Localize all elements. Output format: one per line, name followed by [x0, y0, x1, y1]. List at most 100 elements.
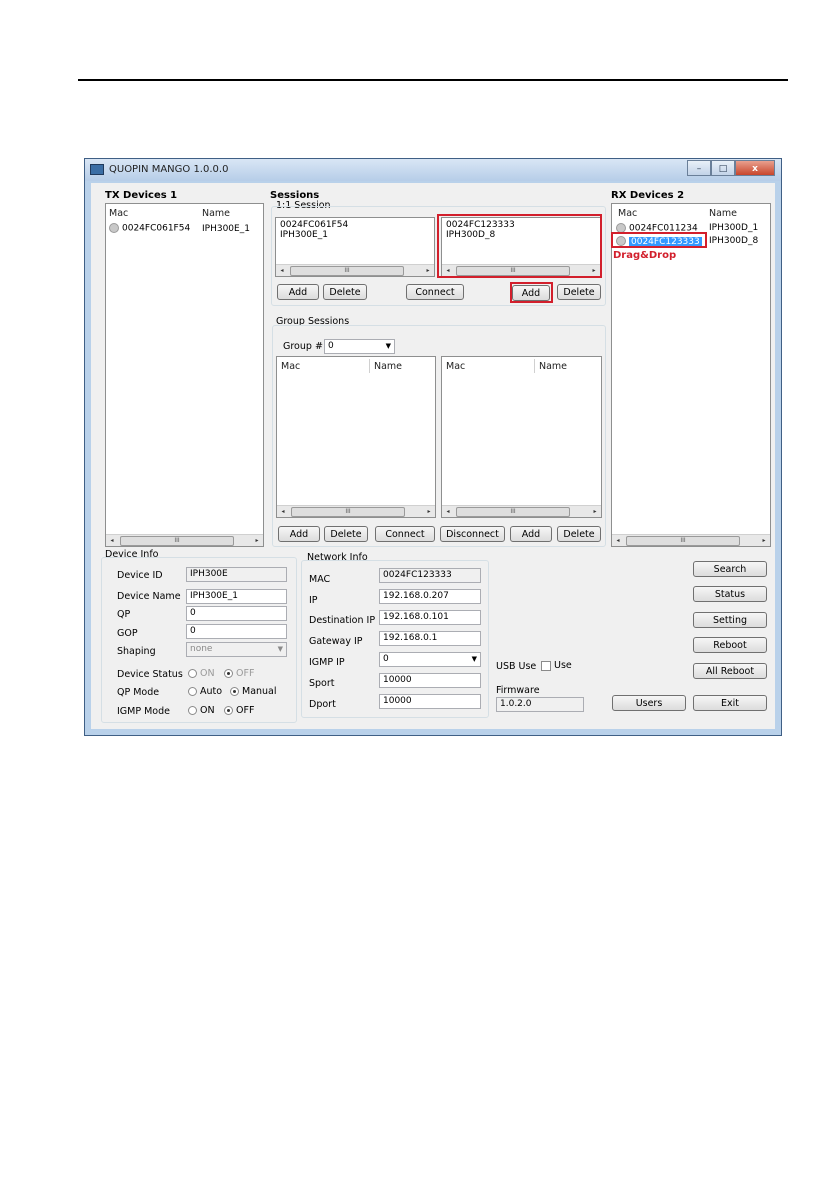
rx-device-row-name: IPH300D_1: [709, 223, 759, 233]
group-number-select[interactable]: 0 ▼: [324, 339, 395, 354]
igmp-mode-label: IGMP Mode: [117, 706, 170, 717]
scroll-left-icon[interactable]: ◂: [612, 535, 624, 546]
page-rule: [78, 79, 788, 81]
rx-horizontal-scrollbar[interactable]: ◂ III ▸: [612, 534, 770, 546]
qp-mode-manual-radio[interactable]: Manual: [230, 686, 277, 697]
group-disconnect-button[interactable]: Disconnect: [440, 526, 505, 542]
users-button[interactable]: Users: [612, 695, 686, 711]
sport-label: Sport: [309, 678, 335, 689]
rx-col-mac[interactable]: Mac: [618, 208, 637, 219]
tx-col-mac[interactable]: Mac: [109, 208, 128, 219]
minimize-button[interactable]: –: [687, 160, 711, 176]
usb-use-checkbox[interactable]: Use: [541, 660, 572, 671]
firmware-label: Firmware: [496, 685, 540, 696]
device-status-label: Device Status: [117, 669, 183, 680]
maximize-button[interactable]: □: [711, 160, 735, 176]
igmp-mode-off-radio[interactable]: OFF: [224, 705, 254, 716]
session-tx-list[interactable]: 0024FC061F54 IPH300E_1 ◂ III ▸: [275, 217, 435, 277]
destination-ip-field[interactable]: 192.168.0.101: [379, 610, 481, 625]
ip-field[interactable]: 192.168.0.207: [379, 589, 481, 604]
client-area: TX Devices 1 Mac Name 0024FC061F54 IPH30…: [91, 183, 775, 729]
scroll-left-icon[interactable]: ◂: [276, 265, 288, 276]
group-tx-col-name[interactable]: Name: [374, 361, 402, 372]
device-status-icon: [109, 223, 119, 233]
dport-label: Dport: [309, 699, 336, 710]
group-rx-col-name[interactable]: Name: [539, 361, 567, 372]
drag-drop-annotation: Drag&Drop: [613, 250, 677, 261]
group-tx-col-mac[interactable]: Mac: [281, 361, 300, 372]
device-status-on-radio[interactable]: ON: [188, 668, 215, 679]
session-tx-name[interactable]: IPH300E_1: [280, 230, 328, 240]
group-rx-col-mac[interactable]: Mac: [446, 361, 465, 372]
scroll-right-icon[interactable]: ▸: [251, 535, 263, 546]
scroll-thumb[interactable]: III: [290, 266, 404, 276]
group-rx-list[interactable]: Mac Name ◂ III ▸: [441, 356, 602, 518]
igmp-mode-on-radio[interactable]: ON: [188, 705, 215, 716]
tx-device-list[interactable]: Mac Name 0024FC061F54 IPH300E_1 ◂ III ▸: [105, 203, 264, 547]
dport-field[interactable]: 10000: [379, 694, 481, 709]
group-add-rx-button[interactable]: Add: [510, 526, 552, 542]
qp-field[interactable]: 0: [186, 606, 287, 621]
all-reboot-button[interactable]: All Reboot: [693, 663, 767, 679]
gop-field[interactable]: 0: [186, 624, 287, 639]
session-add-tx-button[interactable]: Add: [277, 284, 319, 300]
session-delete-rx-button[interactable]: Delete: [557, 284, 601, 300]
group-tx-list[interactable]: Mac Name ◂ III ▸: [276, 356, 436, 518]
gop-label: GOP: [117, 628, 138, 639]
search-button[interactable]: Search: [693, 561, 767, 577]
ip-label: IP: [309, 595, 318, 606]
session-tx-mac[interactable]: 0024FC061F54: [280, 220, 348, 230]
shaping-select[interactable]: none ▼: [186, 642, 287, 657]
firmware-field: 1.0.2.0: [496, 697, 584, 712]
status-button[interactable]: Status: [693, 586, 767, 602]
group-add-tx-button[interactable]: Add: [278, 526, 320, 542]
column-divider: [534, 359, 535, 373]
setting-button[interactable]: Setting: [693, 612, 767, 628]
scroll-thumb[interactable]: III: [120, 536, 234, 546]
device-status-off-radio[interactable]: OFF: [224, 668, 254, 679]
scroll-left-icon[interactable]: ◂: [277, 506, 289, 517]
group-delete-tx-button[interactable]: Delete: [324, 526, 368, 542]
tx-devices-title: TX Devices 1: [105, 190, 178, 201]
scroll-right-icon[interactable]: ▸: [589, 506, 601, 517]
rx-device-row-name: IPH300D_8: [709, 236, 759, 246]
chevron-down-icon[interactable]: ▼: [472, 653, 477, 666]
group-number-label: Group #: [283, 341, 323, 352]
rx-devices-title: RX Devices 2: [611, 190, 685, 201]
scroll-thumb[interactable]: III: [291, 507, 405, 517]
highlight-session-rx: [437, 214, 602, 278]
reboot-button[interactable]: Reboot: [693, 637, 767, 653]
qp-label: QP: [117, 609, 131, 620]
scroll-left-icon[interactable]: ◂: [106, 535, 118, 546]
session-delete-tx-button[interactable]: Delete: [323, 284, 367, 300]
group-tx-scrollbar[interactable]: ◂ III ▸: [277, 505, 435, 517]
scroll-right-icon[interactable]: ▸: [758, 535, 770, 546]
scroll-thumb[interactable]: III: [626, 536, 740, 546]
tx-device-row[interactable]: 0024FC061F54: [109, 223, 190, 234]
session-connect-button[interactable]: Connect: [406, 284, 464, 300]
tx-horizontal-scrollbar[interactable]: ◂ III ▸: [106, 534, 263, 546]
device-name-field[interactable]: IPH300E_1: [186, 589, 287, 604]
chevron-down-icon[interactable]: ▼: [278, 643, 283, 656]
device-id-field[interactable]: IPH300E: [186, 567, 287, 582]
scroll-right-icon[interactable]: ▸: [422, 265, 434, 276]
close-button[interactable]: x: [735, 160, 775, 176]
gateway-ip-field[interactable]: 192.168.0.1: [379, 631, 481, 646]
app-window: QUOPIN MANGO 1.0.0.0 – □ x TX Devices 1 …: [84, 158, 782, 736]
group-rx-scrollbar[interactable]: ◂ III ▸: [442, 505, 601, 517]
igmp-ip-select[interactable]: 0 ▼: [379, 652, 481, 667]
scroll-left-icon[interactable]: ◂: [442, 506, 454, 517]
title-bar: QUOPIN MANGO 1.0.0.0 – □ x: [85, 159, 781, 181]
scroll-thumb[interactable]: III: [456, 507, 570, 517]
tx-col-name[interactable]: Name: [202, 208, 230, 219]
group-delete-rx-button[interactable]: Delete: [557, 526, 601, 542]
exit-button[interactable]: Exit: [693, 695, 767, 711]
session-tx-scrollbar[interactable]: ◂ III ▸: [276, 264, 434, 276]
qp-mode-auto-radio[interactable]: Auto: [188, 686, 222, 697]
chevron-down-icon[interactable]: ▼: [386, 340, 391, 353]
sport-field[interactable]: 10000: [379, 673, 481, 688]
rx-col-name[interactable]: Name: [709, 208, 737, 219]
group-connect-button[interactable]: Connect: [375, 526, 435, 542]
mac-field[interactable]: 0024FC123333: [379, 568, 481, 583]
scroll-right-icon[interactable]: ▸: [423, 506, 435, 517]
